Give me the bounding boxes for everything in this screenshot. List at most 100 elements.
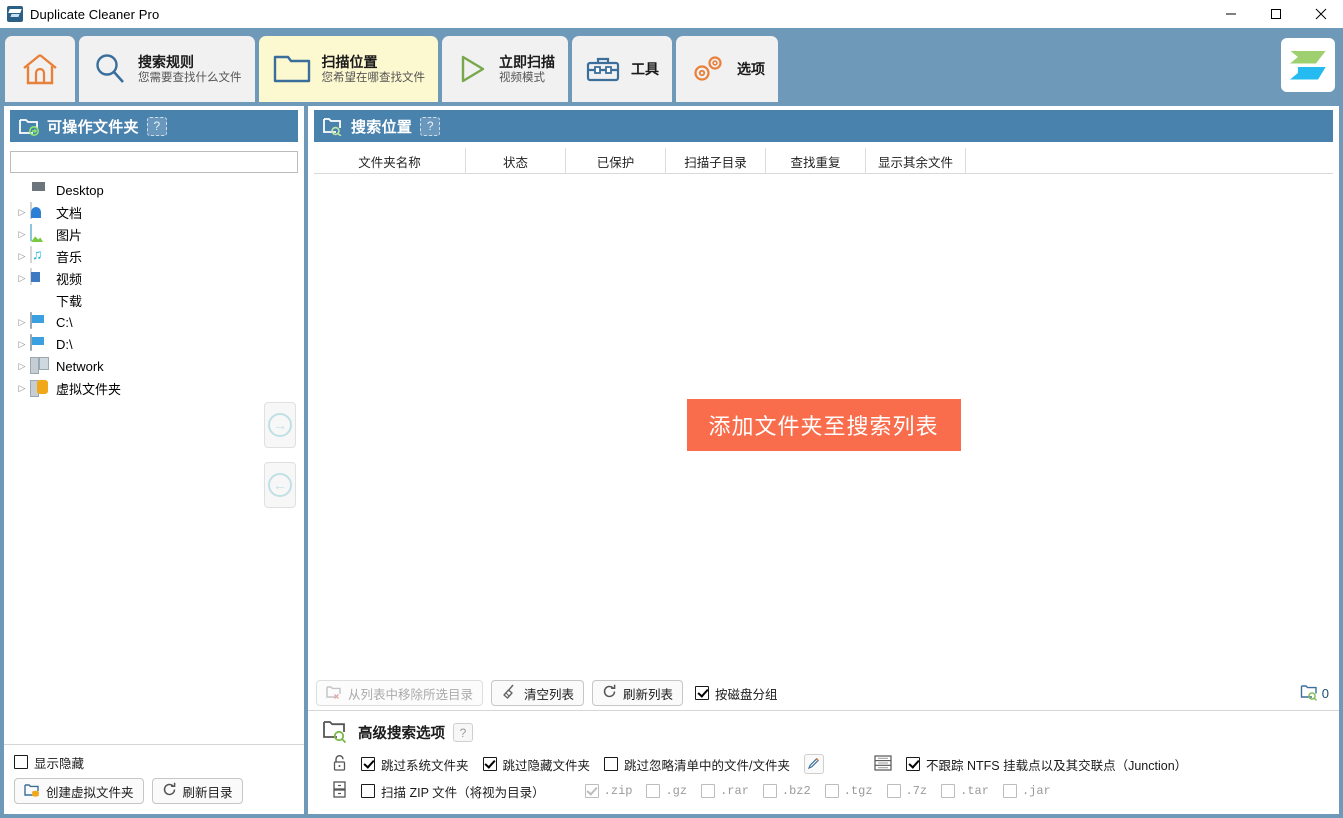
extension-label: .tgz (844, 784, 873, 798)
app-icon (7, 6, 23, 22)
help-button[interactable]: ? (420, 117, 440, 136)
refresh-list-button[interactable]: 刷新列表 (592, 680, 683, 706)
expander[interactable]: ▷ (14, 377, 30, 399)
checkbox-label: 按磁盘分组 (715, 684, 778, 703)
expander[interactable]: ▷ (14, 311, 30, 333)
add-folder-banner[interactable]: 添加文件夹至搜索列表 (686, 399, 960, 451)
folder-tree[interactable]: Desktop ▷ 文档 ▷ 图片 ▷ 音乐 ▷ 视频 (4, 173, 304, 744)
drive-icon (30, 335, 50, 353)
help-button[interactable]: ? (147, 117, 167, 136)
checkbox-box (585, 784, 599, 798)
help-button[interactable]: ? (453, 723, 473, 742)
column-header-protected[interactable]: 已保护 (566, 148, 666, 174)
tab-sublabel: 您希望在哪查找文件 (322, 71, 426, 86)
tree-item-drive-c[interactable]: ▷ C:\ (14, 311, 304, 333)
tab-search-rules[interactable]: 搜索规则 您需要查找什么文件 (79, 36, 255, 102)
tab-home[interactable] (5, 36, 75, 102)
extension-gz-checkbox[interactable]: .gz (646, 784, 687, 798)
tree-item-label: 下载 (56, 291, 82, 310)
tree-item-videos[interactable]: ▷ 视频 (14, 267, 304, 289)
add-to-list-button[interactable]: → (264, 402, 296, 448)
logo-chevron-blue (1290, 67, 1326, 80)
show-hidden-checkbox[interactable]: 显示隐藏 (14, 753, 84, 772)
expander[interactable]: ▷ (14, 201, 30, 223)
group-by-disk-checkbox[interactable]: 按磁盘分组 (695, 684, 778, 703)
expander[interactable]: ▷ (14, 355, 30, 377)
scan-zip-checkbox[interactable]: 扫描 ZIP 文件（将视为目录） (361, 782, 545, 801)
tab-options[interactable]: 选项 (676, 36, 778, 102)
tab-tools[interactable]: 工具 (572, 36, 672, 102)
tree-item-label: C:\ (56, 315, 73, 330)
tree-item-virtual-folder[interactable]: ▷ 虚拟文件夹 (14, 377, 304, 399)
pencil-icon (807, 756, 821, 773)
tab-label: 立即扫描 (499, 53, 555, 71)
remove-from-list-button[interactable]: ← (264, 462, 296, 508)
tab-label: 选项 (737, 59, 765, 79)
search-location-list[interactable]: 添加文件夹至搜索列表 (308, 174, 1339, 676)
extension-jar-checkbox[interactable]: .jar (1003, 784, 1051, 798)
folder-remove-icon (326, 685, 342, 702)
broom-icon (501, 684, 518, 702)
tree-item-downloads[interactable]: 下载 (14, 289, 304, 311)
extension-label: .gz (665, 784, 687, 798)
search-list-column-headers: 文件夹名称 状态 已保护 扫描子目录 查找重复 显示其余文件 (314, 148, 1333, 174)
checkbox-box (695, 686, 709, 700)
create-virtual-folder-button[interactable]: 创建虚拟文件夹 (14, 778, 144, 804)
main-tab-bar: 搜索规则 您需要查找什么文件 扫描位置 您希望在哪查找文件 立即扫描 视频模式 (0, 28, 1343, 102)
tree-item-desktop[interactable]: Desktop (14, 179, 304, 201)
close-button[interactable] (1298, 0, 1343, 28)
expander[interactable]: ▷ (14, 223, 30, 245)
refresh-dirs-button[interactable]: 刷新目录 (152, 778, 243, 804)
column-header-show-other-files[interactable]: 显示其余文件 (866, 148, 966, 174)
skip-system-folders-checkbox[interactable]: 跳过系统文件夹 (361, 755, 469, 774)
column-header-scan-subdirs[interactable]: 扫描子目录 (666, 148, 766, 174)
search-icon (92, 51, 128, 87)
edit-ignore-list-button[interactable] (804, 754, 824, 774)
checkbox-label: 跳过隐藏文件夹 (503, 755, 591, 774)
tree-item-music[interactable]: ▷ 音乐 (14, 245, 304, 267)
extension-zip-checkbox[interactable]: .zip (585, 784, 633, 798)
tree-item-drive-d[interactable]: ▷ D:\ (14, 333, 304, 355)
no-follow-ntfs-junction-checkbox[interactable]: 不跟踪 NTFS 挂载点以及其交联点（Junction） (906, 755, 1187, 774)
tab-label: 搜索规则 (138, 53, 242, 71)
refresh-icon (602, 684, 617, 702)
tree-item-documents[interactable]: ▷ 文档 (14, 201, 304, 223)
expander[interactable]: ▷ (14, 333, 30, 355)
show-hidden-row: 显示隐藏 (4, 744, 304, 773)
column-header-folder-name[interactable]: 文件夹名称 (314, 148, 466, 174)
remove-selected-button[interactable]: 从列表中移除所选目录 (316, 680, 483, 706)
tree-item-network[interactable]: ▷ Network (14, 355, 304, 377)
expander[interactable]: ▷ (14, 267, 30, 289)
column-header-status[interactable]: 状态 (466, 148, 566, 174)
extension-tar-checkbox[interactable]: .tar (941, 784, 989, 798)
checkbox-label: 显示隐藏 (34, 753, 84, 772)
column-header-find-duplicates[interactable]: 查找重复 (766, 148, 866, 174)
tree-item-pictures[interactable]: ▷ 图片 (14, 223, 304, 245)
button-label: 从列表中移除所选目录 (348, 684, 473, 703)
search-location-header: 搜索位置 ? (314, 110, 1333, 142)
list-icon (874, 755, 892, 774)
extension-7z-checkbox[interactable]: .7z (887, 784, 928, 798)
extension-bz2-checkbox[interactable]: .bz2 (763, 784, 811, 798)
button-label: 创建虚拟文件夹 (46, 782, 134, 801)
maximize-button[interactable] (1253, 0, 1298, 28)
tree-item-label: 音乐 (56, 247, 82, 266)
tab-scan-now[interactable]: 立即扫描 视频模式 (442, 36, 568, 102)
arrow-right-icon: → (268, 413, 292, 437)
extension-tgz-checkbox[interactable]: .tgz (825, 784, 873, 798)
checkbox-label: 不跟踪 NTFS 挂载点以及其交联点（Junction） (926, 755, 1187, 774)
skip-ignored-list-checkbox[interactable]: 跳过忽略清单中的文件/文件夹 (604, 755, 790, 774)
extension-rar-checkbox[interactable]: .rar (701, 784, 749, 798)
tab-scan-location[interactable]: 扫描位置 您希望在哪查找文件 (259, 36, 439, 102)
expander[interactable]: ▷ (14, 245, 30, 267)
clear-list-button[interactable]: 清空列表 (491, 680, 584, 706)
folder-filter-input[interactable] (10, 151, 298, 173)
pictures-icon (30, 225, 50, 243)
extension-label: .tar (960, 784, 989, 798)
advanced-row-skip: 跳过系统文件夹 跳过隐藏文件夹 跳过忽略清单中的文件/文件夹 (322, 754, 1331, 774)
skip-hidden-folders-checkbox[interactable]: 跳过隐藏文件夹 (483, 755, 591, 774)
folder-add-icon (18, 116, 40, 136)
minimize-button[interactable] (1208, 0, 1253, 28)
tab-sublabel: 视频模式 (499, 71, 555, 86)
search-location-panel: 搜索位置 ? 文件夹名称 状态 已保护 扫描子目录 查找重复 显示其余文件 添加… (308, 106, 1339, 814)
